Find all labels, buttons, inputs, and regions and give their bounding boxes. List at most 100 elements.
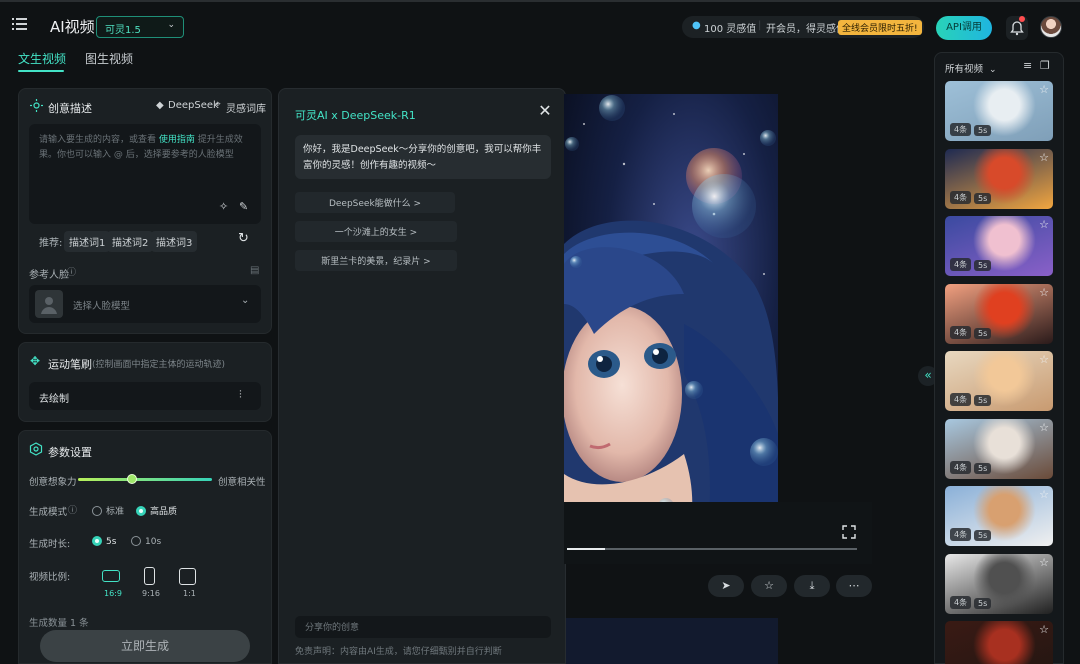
star-icon[interactable]: ☆ bbox=[1039, 421, 1049, 434]
mode-option-high[interactable]: 高品质 bbox=[136, 504, 177, 517]
mode-option-label: 高品质 bbox=[150, 507, 178, 517]
star-icon[interactable]: ☆ bbox=[1039, 286, 1049, 299]
star-icon[interactable]: ☆ bbox=[1039, 488, 1049, 501]
promo-badge[interactable]: 全线会员限时五折! bbox=[838, 20, 922, 35]
face-model-select[interactable]: 选择人脸模型 ⌄ bbox=[29, 285, 261, 323]
edit-icon[interactable]: ✎ bbox=[239, 200, 248, 213]
close-icon[interactable]: ✕ bbox=[537, 103, 553, 119]
prompt-guide-link[interactable]: 使用指南 bbox=[159, 135, 195, 145]
info-icon[interactable]: ⓘ bbox=[68, 503, 77, 516]
history-filter-label: 所有视频 bbox=[945, 64, 984, 75]
api-button[interactable]: API调用 bbox=[936, 16, 992, 40]
star-icon[interactable]: ☆ bbox=[1039, 353, 1049, 366]
star-icon[interactable]: ☆ bbox=[751, 575, 787, 597]
ratio-9-16-label: 9:16 bbox=[142, 589, 160, 598]
chat-disclaimer: 免责声明：内容由AI生成，请您仔细甄别并自行判断 bbox=[295, 647, 502, 657]
ratio-16-9-icon[interactable] bbox=[102, 570, 120, 582]
ratio-1-1-label: 1:1 bbox=[183, 589, 196, 598]
ratio-16-9-label: 16:9 bbox=[104, 589, 122, 598]
slider-left-label: 创意想象力 bbox=[29, 477, 77, 488]
membership-text: 开会员，得灵感值 bbox=[766, 24, 846, 35]
delete-icon[interactable]: ▤ bbox=[250, 265, 259, 276]
database-icon[interactable]: ≡ bbox=[1023, 59, 1032, 72]
history-thumbnail[interactable]: ☆ 4条 5s bbox=[945, 418, 1053, 479]
sliders-icon: ⫶ bbox=[239, 388, 242, 401]
recommend-chip-3[interactable]: 描述词3 bbox=[151, 231, 198, 252]
chat-suggestion-3[interactable]: 斯里兰卡的美景，纪录片 > bbox=[295, 250, 457, 271]
chat-input[interactable] bbox=[295, 616, 551, 638]
prompt-textarea[interactable]: 请输入要生成的内容，或查看 使用指南 提升生成效果。你也可以输入 @ 后，选择要… bbox=[29, 124, 261, 224]
send-icon[interactable]: ➤ bbox=[708, 575, 744, 597]
duration-option-10s[interactable]: 10s bbox=[131, 536, 161, 547]
library-link[interactable]: 灵感词库 bbox=[226, 100, 266, 115]
thumbnail-duration-badge: 5s bbox=[974, 327, 992, 339]
more-icon[interactable]: ⋯ bbox=[836, 575, 872, 597]
thumbnail-count-badge: 4条 bbox=[950, 190, 972, 204]
thumbnail-count-badge: 4条 bbox=[950, 123, 972, 136]
credits-value: 100 灵感值 bbox=[704, 24, 757, 35]
mode-option-standard[interactable]: 标准 bbox=[92, 504, 124, 517]
creativity-slider-knob[interactable] bbox=[126, 474, 137, 484]
credits-pill[interactable]: ● 100 灵感值 | 开会员，得灵感值 全线会员限时五折! bbox=[682, 16, 924, 38]
deepseek-link[interactable]: DeepSeek bbox=[168, 100, 219, 111]
generate-button[interactable]: 立即生成 bbox=[40, 630, 250, 662]
whale-icon: ◆ bbox=[156, 100, 164, 111]
ratio-9-16-icon[interactable] bbox=[144, 567, 155, 585]
chat-title: 可灵AI x DeepSeek-R1 bbox=[295, 109, 416, 122]
video-player[interactable] bbox=[564, 94, 778, 564]
history-thumbnail[interactable]: ☆ 4条 5s bbox=[945, 283, 1053, 344]
duration-option-label: 5s bbox=[106, 537, 117, 547]
chat-suggestion-2[interactable]: 一个沙滩上的女生 > bbox=[295, 221, 457, 242]
refresh-icon[interactable]: ↻ bbox=[238, 231, 249, 246]
star-icon[interactable]: ☆ bbox=[1039, 218, 1049, 231]
history-filter[interactable]: 所有视频 ⌄ bbox=[945, 61, 997, 75]
divider: | bbox=[758, 20, 762, 31]
copy-icon[interactable]: ❐ bbox=[1040, 59, 1050, 72]
thumbnail-duration-badge: 5s bbox=[974, 125, 992, 136]
thumbnail-count-badge: 4条 bbox=[950, 393, 972, 406]
creativity-slider-track[interactable] bbox=[78, 478, 212, 481]
thumbnail-duration-badge: 5s bbox=[974, 597, 992, 609]
history-thumbnail[interactable]: ☆ 4条 5s bbox=[945, 553, 1053, 614]
tab-underline bbox=[18, 70, 64, 72]
history-thumbnail[interactable]: ☆ 4条 5s bbox=[945, 81, 1053, 141]
avatar[interactable] bbox=[1040, 16, 1062, 38]
model-select-value: 可灵1.5 bbox=[105, 25, 141, 36]
radio-icon bbox=[131, 536, 141, 546]
recommend-label: 推荐: bbox=[39, 238, 63, 249]
star-icon[interactable]: ☆ bbox=[1039, 556, 1049, 569]
history-panel: 所有视频 ⌄ ≡ ❐ ☆ 4条 5s ☆ 4条 5s ☆ 4条 5s ☆ 4条 5s ☆ 4条 5s ☆ 4条 5… bbox=[934, 52, 1064, 664]
thumbnail-duration-badge: 5s bbox=[974, 192, 992, 204]
params-title: 参数设置 bbox=[48, 446, 92, 459]
thumbnail-duration-badge: 5s bbox=[974, 530, 992, 541]
star-icon[interactable]: ☆ bbox=[1039, 151, 1049, 164]
fullscreen-icon[interactable] bbox=[842, 525, 856, 539]
download-icon[interactable]: ⤓ bbox=[794, 575, 830, 597]
recommend-chip-1[interactable]: 描述词1 bbox=[64, 231, 111, 252]
app-title: AI视频 bbox=[50, 18, 95, 36]
duration-label: 生成时长: bbox=[29, 539, 71, 550]
model-select[interactable]: 可灵1.5 ⌄ bbox=[96, 16, 184, 38]
history-thumbnail[interactable]: ☆ 4条 5s bbox=[945, 351, 1053, 411]
menu-icon[interactable] bbox=[12, 17, 28, 31]
history-thumbnail[interactable]: ☆ 4条 5s bbox=[945, 486, 1053, 546]
thumbnail-count-badge: 4条 bbox=[950, 325, 972, 339]
thumbnail-count-badge: 4条 bbox=[950, 595, 972, 609]
tab-image-to-video[interactable]: 图生视频 bbox=[85, 50, 133, 67]
thumbnail-count-badge: 4条 bbox=[950, 258, 972, 271]
duration-option-5s[interactable]: 5s bbox=[92, 536, 116, 547]
star-icon[interactable]: ☆ bbox=[1039, 623, 1049, 636]
ratio-1-1-icon[interactable] bbox=[179, 568, 196, 585]
prompt-placeholder-1: 请输入要生成的内容，或查看 bbox=[39, 135, 157, 145]
info-icon[interactable]: ⓘ bbox=[67, 265, 76, 278]
history-thumbnail[interactable]: ☆ 4条 5s bbox=[945, 216, 1053, 276]
chat-suggestion-1[interactable]: DeepSeek能做什么 > bbox=[295, 192, 455, 213]
history-thumbnail[interactable]: ☆ 4条 5s bbox=[945, 148, 1053, 209]
motion-draw-button[interactable]: 去绘制 ⫶ bbox=[29, 382, 261, 410]
progress-track[interactable] bbox=[567, 548, 857, 550]
recommend-chip-2[interactable]: 描述词2 bbox=[107, 231, 154, 252]
history-thumbnail[interactable]: ☆ bbox=[945, 621, 1053, 664]
magic-wand-icon[interactable]: ✧ bbox=[219, 200, 228, 213]
tab-text-to-video[interactable]: 文生视频 bbox=[18, 50, 66, 67]
star-icon[interactable]: ☆ bbox=[1039, 83, 1049, 96]
